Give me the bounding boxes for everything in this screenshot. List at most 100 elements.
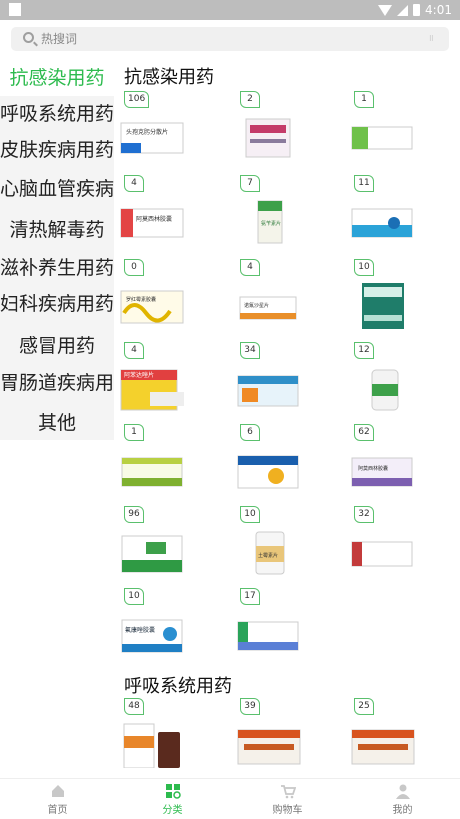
product-item[interactable]: 0 罗红霉素胶囊 <box>118 259 228 343</box>
product-image: 阿莫西林胶囊 <box>351 457 413 487</box>
product-item[interactable]: 106 头孢克肟分散片 <box>118 91 228 175</box>
battery-icon <box>413 4 421 16</box>
home-icon <box>52 785 64 797</box>
product-item[interactable]: 7 氨苄素片 <box>234 175 344 259</box>
search-bar[interactable]: ⠿ <box>11 27 449 51</box>
product-count-badge: 17 <box>240 588 260 605</box>
product-image: 氟康唑胶囊 <box>121 619 183 653</box>
product-item[interactable]: 96 <box>118 506 228 590</box>
product-count-badge: 106 <box>124 91 150 108</box>
product-count-badge: 48 <box>124 698 144 715</box>
product-count-badge: 39 <box>240 698 260 715</box>
product-count-badge: 34 <box>240 342 260 359</box>
product-image <box>237 375 299 407</box>
product-image <box>371 369 399 411</box>
product-pack-text: 阿莫西林胶囊 <box>136 215 172 223</box>
product-count-badge: 4 <box>240 259 260 276</box>
product-count-badge: 6 <box>240 424 260 441</box>
product-count-badge: 62 <box>354 424 374 441</box>
product-item[interactable]: 1 <box>118 424 228 508</box>
product-item[interactable]: 10 氟康唑胶囊 <box>118 588 228 672</box>
category-item-heat-clearing[interactable]: 清热解毒药 <box>0 212 114 248</box>
product-item[interactable]: 10 土霉素片 <box>234 506 344 590</box>
category-item-respiratory[interactable]: 呼吸系统用药 <box>0 96 114 132</box>
product-item[interactable]: 10 <box>348 259 458 343</box>
wifi-icon <box>378 4 393 16</box>
product-item[interactable]: 62 阿莫西林胶囊 <box>348 424 458 508</box>
scan-icon[interactable]: ⠿ <box>429 35 435 43</box>
product-image <box>237 729 301 765</box>
section-title: 呼吸系统用药 <box>124 676 232 696</box>
product-item[interactable]: 4 阿莫西林胶囊 <box>118 175 228 259</box>
product-image <box>121 457 183 487</box>
tab-profile[interactable]: 我的 <box>345 779 460 819</box>
product-count-badge: 11 <box>354 175 374 192</box>
product-image <box>362 283 404 329</box>
category-item-cardiovascular[interactable]: 心脑血管疾病用药 <box>0 171 114 207</box>
product-item[interactable]: 2 <box>234 91 344 175</box>
category-item-other[interactable]: 其他 <box>0 405 114 440</box>
product-pack-text: 头孢克肟分散片 <box>126 128 168 136</box>
category-icon <box>166 784 181 799</box>
tab-home[interactable]: 首页 <box>0 779 115 819</box>
product-count-badge: 32 <box>354 506 374 523</box>
category-sidebar: 抗感染用药 呼吸系统用药 皮肤疾病用药 心脑血管疾病用药 清热解毒药 滋补养生用… <box>0 60 114 440</box>
product-image <box>351 208 413 238</box>
product-item[interactable]: 4 阿苯达唑片 <box>118 342 228 426</box>
bottom-tab-bar: 首页 分类 购物车 我的 <box>0 778 460 818</box>
product-image <box>351 541 413 567</box>
product-count-badge: 25 <box>354 698 374 715</box>
product-pack-text: 阿莫西林胶囊 <box>358 465 388 472</box>
product-item[interactable]: 4 诺氟沙星片 <box>234 259 344 343</box>
product-item[interactable]: 12 <box>348 342 458 426</box>
product-image: 阿莫西林胶囊 <box>120 208 184 238</box>
product-panel: 抗感染用药 106 头孢克肟分散片 2 1 4 阿莫西林胶囊 7 氨苄素片 11… <box>114 60 460 778</box>
product-item[interactable]: 6 <box>234 424 344 508</box>
product-image: 土霉素片 <box>255 531 285 575</box>
tab-home-label: 首页 <box>47 805 68 816</box>
product-count-badge: 96 <box>124 506 144 523</box>
product-item[interactable]: 25 <box>348 698 458 778</box>
category-item-anti-infection[interactable]: 抗感染用药 <box>0 60 114 96</box>
product-image <box>245 118 291 158</box>
user-icon <box>396 784 410 799</box>
notification-icon <box>9 3 21 16</box>
category-item-cold[interactable]: 感冒用药 <box>0 328 114 364</box>
category-item-gastrointestinal[interactable]: 胃肠道疾病用药 <box>0 365 114 401</box>
tab-category-label: 分类 <box>162 805 183 816</box>
product-image: 诺氟沙星片 <box>239 296 297 320</box>
product-item[interactable]: 17 <box>234 588 344 672</box>
product-image <box>351 729 415 765</box>
product-pack-text: 阿苯达唑片 <box>124 371 154 379</box>
search-input[interactable] <box>41 30 421 48</box>
product-count-badge: 0 <box>124 259 144 276</box>
product-count-badge: 4 <box>124 342 144 359</box>
search-icon <box>23 32 34 43</box>
product-count-badge: 1 <box>124 424 144 441</box>
product-count-badge: 10 <box>124 588 144 605</box>
product-image: 氨苄素片 <box>257 200 283 244</box>
product-item[interactable]: 34 <box>234 342 344 426</box>
clock: 4:01 <box>425 3 452 17</box>
product-image: 阿苯达唑片 <box>120 369 184 411</box>
product-count-badge: 1 <box>354 91 374 108</box>
signal-icon <box>397 4 409 16</box>
product-item[interactable]: 39 <box>234 698 344 778</box>
category-item-tonic[interactable]: 滋补养生用药 <box>0 250 114 286</box>
tab-category[interactable]: 分类 <box>115 779 230 819</box>
product-image <box>121 535 183 573</box>
status-bar: 4:01 <box>0 0 460 20</box>
cart-icon <box>281 785 296 799</box>
product-image: 罗红霉素胶囊 <box>120 290 184 324</box>
product-pack-text: 土霉素片 <box>258 552 278 559</box>
tab-cart[interactable]: 购物车 <box>230 779 345 819</box>
tab-cart-label: 购物车 <box>272 805 303 816</box>
category-item-dermatology[interactable]: 皮肤疾病用药 <box>0 132 114 168</box>
category-item-gynecology[interactable]: 妇科疾病用药 <box>0 286 114 322</box>
product-item[interactable]: 1 <box>348 91 458 175</box>
tab-profile-label: 我的 <box>392 805 413 816</box>
product-item[interactable]: 11 <box>348 175 458 259</box>
product-item[interactable]: 32 <box>348 506 458 590</box>
product-pack-text: 氨苄素片 <box>261 220 281 227</box>
product-item[interactable]: 48 <box>118 698 228 778</box>
